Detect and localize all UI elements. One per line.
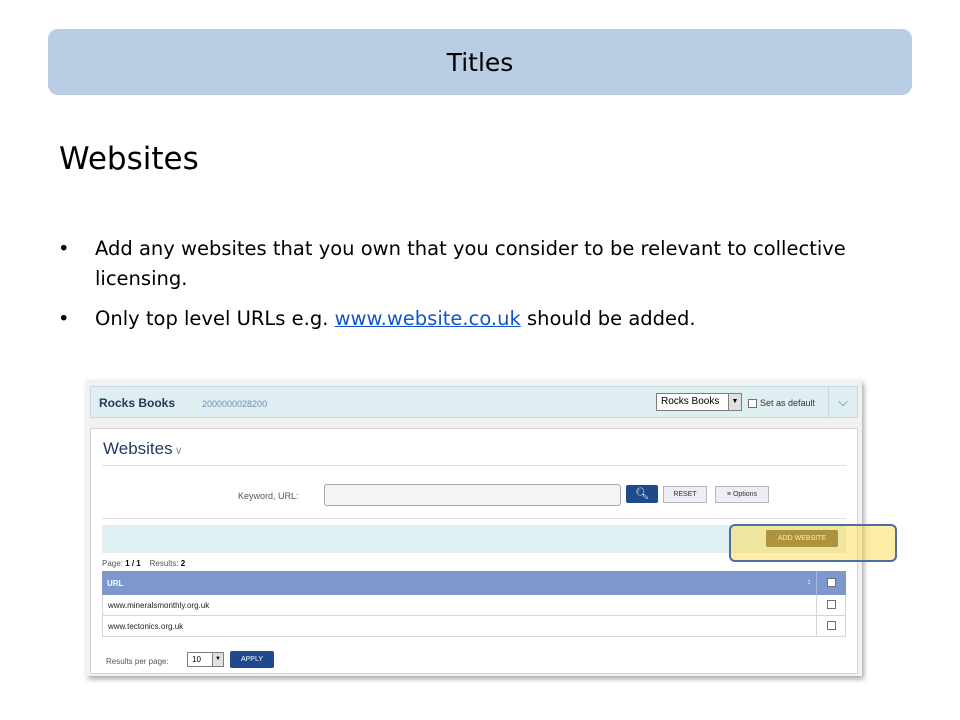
row-select-cell [816, 616, 847, 636]
bullet-item: • Only top level URLs e.g. www.website.c… [58, 304, 858, 334]
bullet-dot: • [58, 237, 70, 260]
account-id: 2000000028200 [202, 399, 268, 409]
table-row[interactable]: www.mineralsmonthly.org.uk [102, 595, 846, 616]
results-per-page-select[interactable]: 10 ▼ [187, 652, 224, 667]
list-icon: ≡ [726, 491, 731, 498]
account-bar: Rocks Books 2000000028200 Rocks Books ▼ … [90, 386, 858, 418]
results-value: 2 [180, 559, 186, 568]
options-label: Options [732, 491, 758, 498]
page-label: Page: [102, 559, 123, 568]
bullet-text: Only top level URLs e.g. [95, 307, 335, 330]
search-icon: 🔍︎ [635, 488, 649, 500]
collapse-button[interactable]: ⌵ [828, 387, 857, 417]
table-header: URL ↕ [102, 571, 846, 595]
account-select[interactable]: Rocks Books ▼ [656, 393, 742, 411]
set-default-option[interactable]: Set as default [748, 398, 816, 409]
row-url[interactable]: www.mineralsmonthly.org.uk [108, 601, 209, 610]
row-select-cell [816, 595, 847, 615]
slide-title-bar: Titles [48, 29, 912, 95]
table-row[interactable]: www.tectonics.org.uk [102, 616, 846, 637]
pager: Page: 1 / 1 Results: 2 [102, 559, 185, 568]
panel-title-text: Websites [103, 439, 173, 458]
bullet-item: • Add any websites that you own that you… [58, 234, 858, 294]
account-name: Rocks Books [99, 396, 176, 410]
bullet-text: Add any websites that you own that you c… [95, 237, 846, 290]
account-select-value: Rocks Books [661, 396, 720, 407]
bullet-dot: • [58, 307, 70, 330]
page-value: 1 / 1 [125, 559, 141, 568]
set-default-checkbox[interactable] [748, 399, 757, 409]
results-per-page-label: Results per page: [106, 657, 169, 666]
dropdown-arrow-icon: ▼ [728, 394, 741, 410]
add-website-highlight [729, 524, 897, 562]
slide-heading: Websites [59, 141, 199, 177]
select-all-checkbox[interactable] [827, 578, 836, 587]
sort-icon[interactable]: ↕ [807, 577, 811, 586]
divider [102, 518, 846, 519]
divider [102, 465, 846, 466]
bullet-text: should be added. [520, 307, 696, 330]
websites-table: URL ↕ www.mineralsmonthly.org.uk www.tec… [102, 571, 846, 637]
websites-panel-title[interactable]: Websites ∨ [103, 439, 183, 459]
bullet-list: • Add any websites that you own that you… [58, 234, 858, 344]
dropdown-arrow-icon: ▼ [212, 653, 223, 666]
keyword-input[interactable] [324, 484, 621, 506]
options-button[interactable]: ≡ Options [715, 486, 769, 503]
results-per-page-value: 10 [192, 655, 201, 664]
search-button[interactable]: 🔍︎ [626, 485, 658, 503]
apply-button[interactable]: APPLY [230, 651, 274, 668]
row-url[interactable]: www.tectonics.org.uk [108, 622, 183, 631]
row-checkbox[interactable] [827, 600, 836, 609]
select-all-cell [816, 571, 847, 595]
example-url-link[interactable]: www.website.co.uk [335, 307, 521, 330]
set-default-label: Set as default [760, 398, 816, 408]
reset-button[interactable]: RESET [663, 486, 707, 503]
row-checkbox[interactable] [827, 621, 836, 630]
keyword-label: Keyword, URL: [238, 491, 299, 501]
chevron-down-icon: ∨ [174, 445, 183, 457]
results-label: Results: [149, 559, 179, 568]
chevron-down-icon: ⌵ [838, 394, 848, 409]
column-header-url[interactable]: URL [107, 579, 123, 588]
slide-title: Titles [446, 47, 514, 77]
